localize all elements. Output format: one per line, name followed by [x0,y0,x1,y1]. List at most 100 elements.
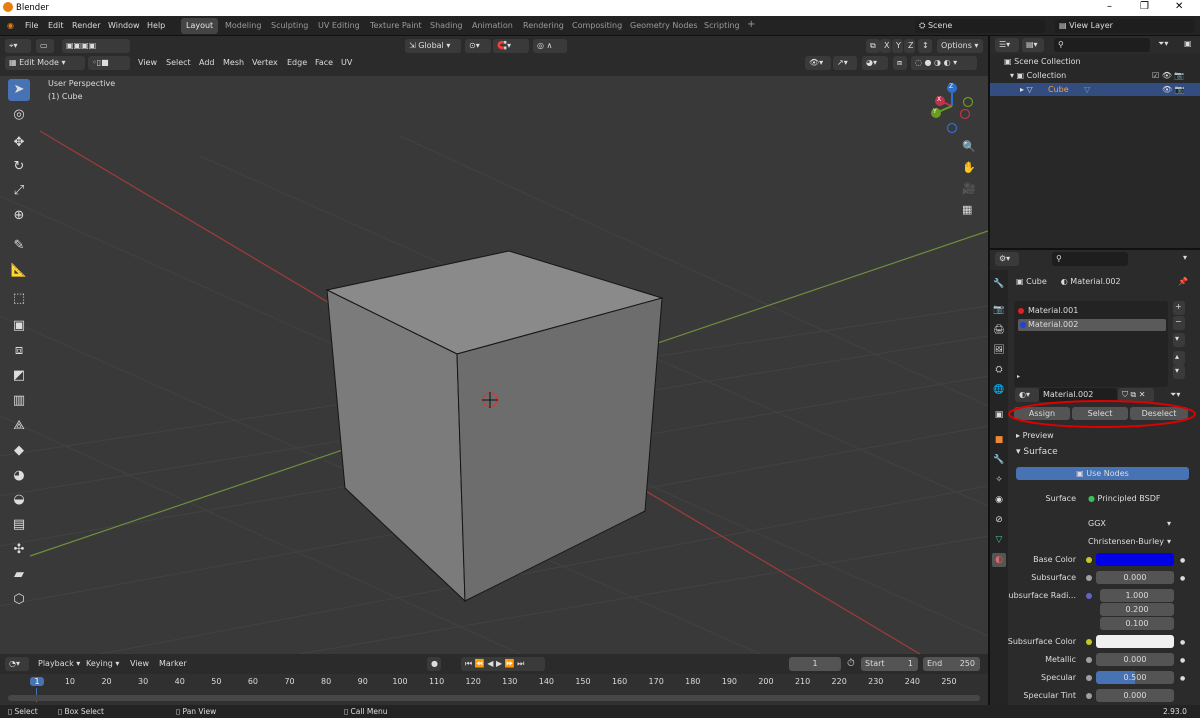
spin-tool-icon[interactable]: ◕ [8,465,30,487]
view-layer-tab-icon[interactable]: 🖼 [992,343,1006,357]
xray-toggle-icon[interactable]: ⧈ [893,56,907,70]
material-slot-row[interactable]: Material.001 [1018,305,1166,317]
stopwatch-icon[interactable]: ⏱ [847,658,855,669]
inset-tool-icon[interactable]: ⧈ [8,340,30,362]
menu-select[interactable]: Select [166,58,191,67]
select-box-tool-icon[interactable]: ➤ [8,79,30,101]
socket-dot-icon[interactable] [1086,639,1092,645]
measure-tool-icon[interactable]: 📐 [8,260,30,282]
visibility-icon[interactable]: 👁▾ [805,56,831,70]
socket-dot-icon[interactable] [1086,557,1092,563]
tab-animation[interactable]: Animation [467,18,518,34]
remove-slot-button[interactable]: − [1173,316,1185,330]
mirror-z-toggle[interactable]: Z [904,39,915,53]
edge-slide-tool-icon[interactable]: ▤ [8,514,30,536]
list-expand-icon[interactable]: ▸ [1017,373,1020,380]
constraints-tab-icon[interactable]: ⊘ [992,513,1006,527]
menu-face[interactable]: Face [315,58,333,67]
timeline-ruler[interactable]: 1 10 20 30 40 50 60 70 80 90 100 110 120 130 140 150 160… [0,674,988,705]
snap-icon[interactable]: 🧲▾ [493,39,529,53]
mirror-y-toggle[interactable]: Y [892,39,903,53]
editor-type-button[interactable]: ⌖▾ [5,39,31,53]
pivot-point-icon[interactable]: ⊙▾ [465,39,491,53]
blender-menu-icon[interactable]: ◉ [7,21,14,30]
transform-tool-icon[interactable]: ⊕ [8,205,30,227]
material-slots-list[interactable]: Material.001 Material.002 ▸ [1014,301,1168,387]
particles-tab-icon[interactable]: ✧ [992,473,1006,487]
base-color-swatch[interactable] [1096,553,1174,566]
start-frame-field[interactable]: Start 1 [861,657,918,671]
material-slot-row-active[interactable]: Material.002 [1018,319,1166,331]
keyframe-dot-icon[interactable]: ● [1180,675,1185,682]
menu-render[interactable]: Render [72,21,100,30]
physics-tab-icon[interactable]: ◉ [992,493,1006,507]
annotate-tool-icon[interactable]: ✎ [8,235,30,257]
smooth-tool-icon[interactable]: ◒ [8,489,30,511]
options-dropdown[interactable]: Options ▾ [937,39,983,53]
specular-value-field[interactable]: 0.500 [1096,671,1174,684]
tab-geometry-nodes[interactable]: Geometry Nodes [625,18,702,34]
collection-tab-icon[interactable]: ▣ [992,408,1006,422]
tab-shading[interactable]: Shading [425,18,468,34]
move-slot-down-icon[interactable]: ▾ [1173,365,1185,379]
move-slot-up-icon[interactable]: ▴ [1173,351,1185,365]
surface-shader-selector[interactable]: ● Principled BSDF [1084,492,1172,506]
mirror-x-toggle[interactable]: X [880,39,891,53]
rip-tool-icon[interactable]: ⬡ [8,589,30,611]
keyframe-dot-icon[interactable]: ● [1180,557,1185,564]
tab-modeling[interactable]: Modeling [220,18,266,34]
knife-tool-icon[interactable]: ⟁ [8,415,30,437]
tab-uv-editing[interactable]: UV Editing [313,18,365,34]
cursor-tool-icon[interactable]: ◎ [8,104,30,126]
object-tab-icon[interactable]: ■ [992,433,1006,447]
subsurface-method-dropdown[interactable]: Christensen-Burley ▾ [1084,535,1174,549]
current-frame-field[interactable]: 1 [789,657,841,671]
move-tool-icon[interactable]: ✥ [8,132,30,154]
keyframe-dot-icon[interactable]: ● [1180,639,1185,646]
edit-options-icon[interactable]: ↕ [918,39,932,53]
new-collection-icon[interactable]: ▣ [1184,39,1192,48]
menu-view[interactable]: View [138,58,157,67]
add-workspace-button[interactable]: + [742,16,760,32]
select-mode-icon[interactable]: ▭ [36,39,54,53]
area-divider[interactable] [988,36,990,705]
outliner-collection[interactable]: ▾ ▣ Collection ☑ 👁 📷 [1010,71,1200,80]
menu-keying[interactable]: Keying ▾ [86,659,119,668]
mirror-icon[interactable]: ⧉ [866,39,880,53]
pan-hand-icon[interactable]: ✋ [962,161,976,174]
selection-mode-buttons[interactable]: ▣▣▣▣ [62,39,130,53]
outliner-cube-row[interactable]: ▸ ▽ Cube ▽ 👁 📷 [990,83,1200,96]
socket-dot-icon[interactable] [1086,693,1092,699]
use-nodes-button[interactable]: ▣ Use Nodes [1016,467,1189,480]
radius-y-field[interactable]: 0.200 [1100,603,1174,616]
gizmo-toggle-icon[interactable]: ↗▾ [833,56,857,70]
menu-playback[interactable]: Playback ▾ [38,659,80,668]
properties-editor-type-icon[interactable]: ⚙▾ [995,252,1019,266]
world-tab-icon[interactable]: 🌐 [992,383,1006,397]
menu-file[interactable]: File [25,21,38,30]
area-divider[interactable] [990,248,1200,250]
menu-window[interactable]: Window [108,21,140,30]
menu-marker[interactable]: Marker [159,659,187,668]
keyframe-dot-icon[interactable]: ● [1180,657,1185,664]
loop-cut-tool-icon[interactable]: ▥ [8,390,30,412]
transform-orientation-dropdown[interactable]: ⇲ Global ▾ [405,39,461,53]
maximize-icon[interactable]: ❐ [1140,1,1149,12]
zoom-icon[interactable]: 🔍 [962,140,976,153]
filter-icon[interactable]: ⏷▾ [1158,39,1168,49]
timeline-editor-type-icon[interactable]: ◔▾ [5,657,29,671]
add-cube-tool-icon[interactable]: ⬚ [8,288,30,310]
menu-vertex[interactable]: Vertex [252,58,278,67]
record-icon[interactable]: ● [427,657,441,671]
modifier-tab-icon[interactable]: 🔧 [992,453,1006,467]
subsurface-color-swatch[interactable] [1096,635,1174,648]
tab-layout[interactable]: Layout [181,18,219,34]
tab-compositing[interactable]: Compositing [567,18,627,34]
bevel-tool-icon[interactable]: ◩ [8,365,30,387]
add-slot-button[interactable]: + [1173,301,1185,315]
ortho-grid-icon[interactable]: ▦ [962,203,972,216]
tool-tab-icon[interactable]: 🔧 [992,277,1006,291]
outliner-scene-collection[interactable]: ▣ Scene Collection [1004,57,1081,66]
socket-dot-icon[interactable] [1086,675,1092,681]
socket-dot-icon[interactable] [1086,593,1092,599]
